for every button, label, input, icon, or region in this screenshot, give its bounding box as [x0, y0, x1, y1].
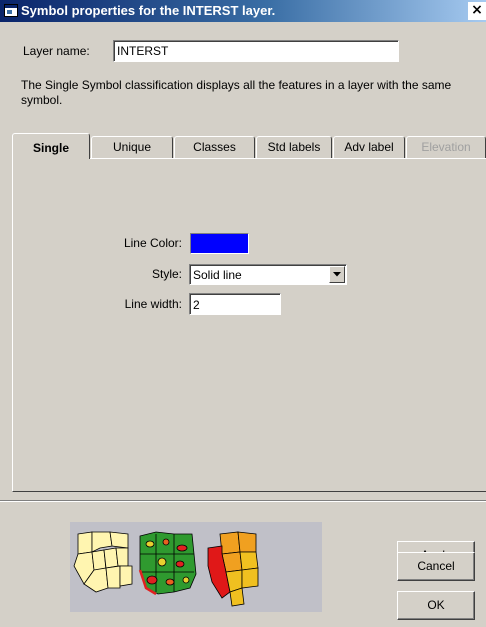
cancel-button[interactable]: Cancel — [397, 552, 475, 581]
line-color-swatch[interactable] — [190, 233, 249, 254]
style-select[interactable]: Solid line — [189, 264, 347, 285]
tab-classes[interactable]: Classes — [174, 136, 255, 158]
layer-name-input[interactable]: INTERST — [113, 40, 399, 62]
map-yellow — [73, 531, 133, 593]
title-bar[interactable]: Symbol properties for the INTERST layer.… — [0, 0, 486, 22]
line-width-label: Line width: — [124, 297, 182, 311]
tab-unique[interactable]: Unique — [91, 136, 173, 158]
style-select-value: Solid line — [193, 268, 242, 282]
map-green — [138, 531, 197, 596]
tab-strip: Single Unique Classes Std labels Adv lab… — [12, 133, 486, 159]
tab-std-labels[interactable]: Std labels — [256, 136, 332, 158]
line-width-input[interactable]: 2 — [189, 293, 281, 315]
ok-button[interactable]: OK — [397, 591, 475, 620]
chevron-down-icon — [333, 272, 341, 277]
tab-adv-label[interactable]: Adv label — [333, 136, 405, 158]
tab-panel — [12, 158, 486, 492]
separator — [0, 500, 486, 502]
layer-name-label: Layer name: — [23, 44, 90, 58]
line-color-label: Line Color: — [123, 236, 182, 250]
map-orange — [207, 531, 259, 607]
tab-single[interactable]: Single — [12, 133, 90, 159]
description-text: The Single Symbol classification display… — [21, 78, 452, 107]
dialog-window: Symbol properties for the INTERST layer.… — [0, 0, 486, 627]
style-dropdown-button[interactable] — [329, 266, 345, 283]
window-icon — [4, 4, 18, 17]
style-label: Style: — [151, 267, 182, 281]
close-icon[interactable]: × — [468, 2, 486, 20]
tab-elevation: Elevation — [406, 136, 486, 158]
map-preview-image — [70, 522, 322, 612]
window-title: Symbol properties for the INTERST layer. — [21, 3, 276, 18]
